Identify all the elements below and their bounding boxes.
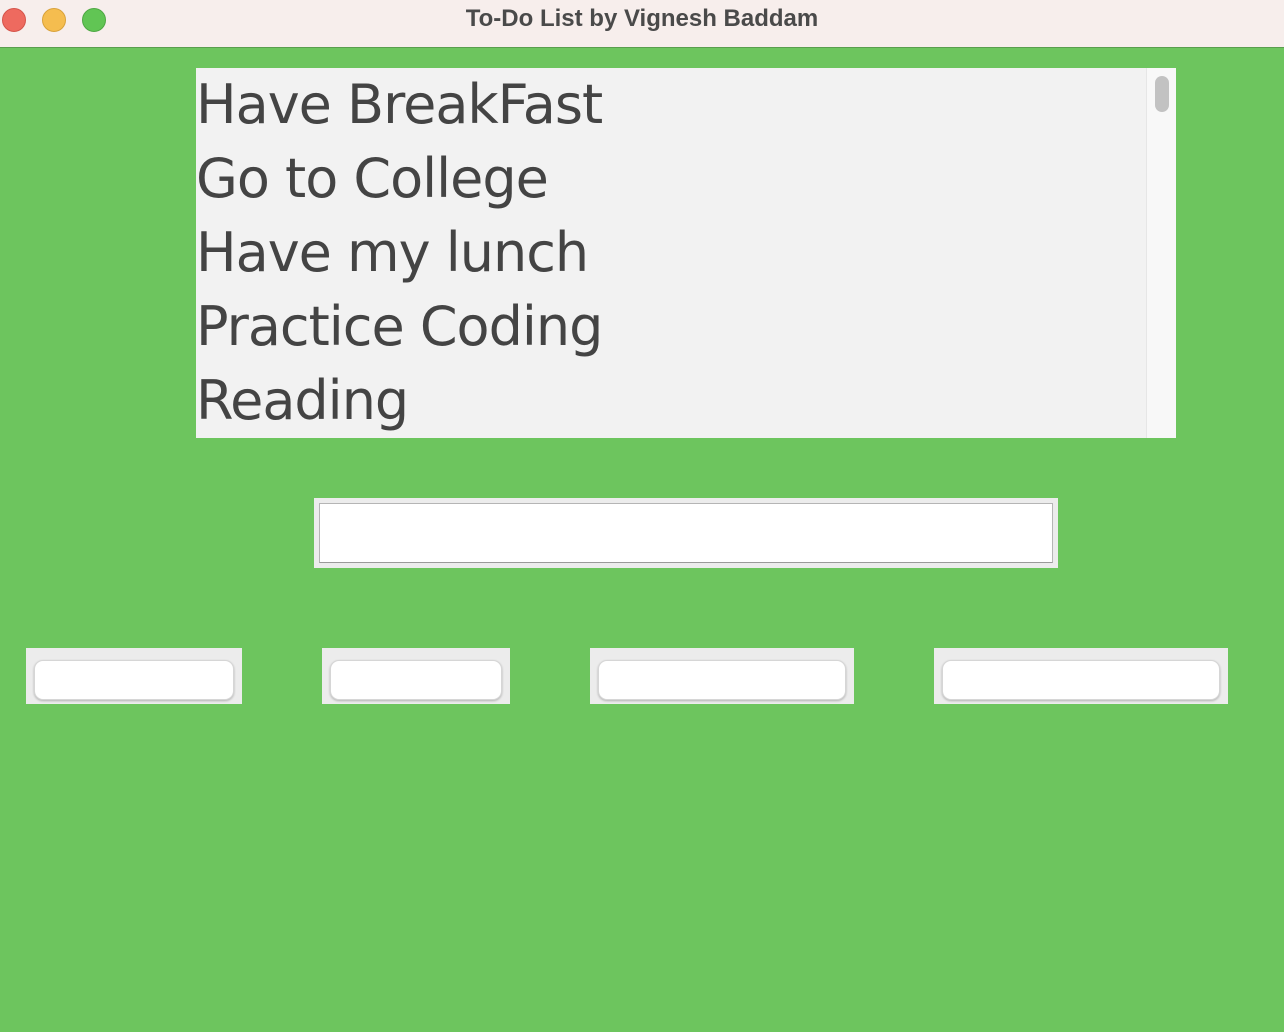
- action-button-1[interactable]: [34, 660, 234, 700]
- task-list-item[interactable]: Practice Coding: [196, 290, 1146, 364]
- task-list-item[interactable]: Go to College: [196, 142, 1146, 216]
- button-frame-3: [590, 648, 854, 704]
- action-button-2[interactable]: [330, 660, 502, 700]
- task-list-item[interactable]: Have my lunch: [196, 216, 1146, 290]
- task-entry-frame: [314, 498, 1058, 568]
- action-button-4[interactable]: [942, 660, 1220, 700]
- task-listbox[interactable]: Have BreakFast Go to College Have my lun…: [196, 68, 1176, 438]
- button-frame-1: [26, 648, 242, 704]
- action-button-3[interactable]: [598, 660, 846, 700]
- task-list-item[interactable]: Have BreakFast: [196, 68, 1146, 142]
- task-list: Have BreakFast Go to College Have my lun…: [196, 68, 1146, 438]
- title-bar: To-Do List by Vignesh Baddam: [0, 0, 1284, 48]
- task-list-item[interactable]: Reading: [196, 364, 1146, 438]
- task-entry-input[interactable]: [319, 503, 1053, 563]
- button-frame-4: [934, 648, 1228, 704]
- list-scrollbar[interactable]: [1146, 68, 1176, 438]
- button-frame-2: [322, 648, 510, 704]
- scroll-thumb[interactable]: [1155, 76, 1169, 112]
- window-title: To-Do List by Vignesh Baddam: [465, 5, 819, 32]
